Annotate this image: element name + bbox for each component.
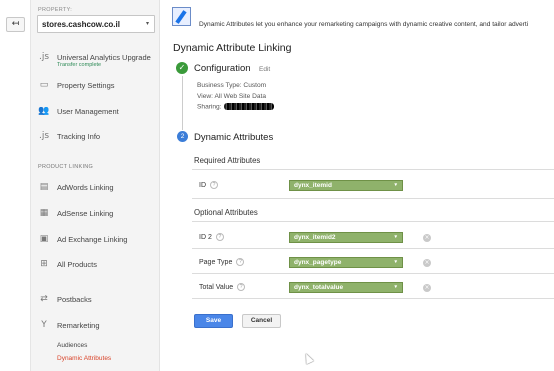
help-icon[interactable]: ? xyxy=(215,233,224,241)
help-icon[interactable]: ? xyxy=(237,283,246,291)
sidebar-item-label: AdWords Linking xyxy=(57,183,114,192)
js-icon: .js xyxy=(38,52,50,62)
adwords-icon: ▤ xyxy=(39,182,49,192)
sidebar-item-user-management[interactable]: 👥 User Management xyxy=(36,104,154,120)
divider xyxy=(192,221,554,222)
product-linking-heading: PRODUCT LINKING xyxy=(38,164,94,170)
sidebar-item-label: Property Settings xyxy=(57,81,115,90)
sharing-row: Sharing: xyxy=(197,103,274,110)
cancel-button[interactable]: Cancel xyxy=(242,314,281,328)
check-icon: ✓ xyxy=(176,62,188,74)
admin-sidebar: PROPERTY: stores.cashcow.co.il ▾ .js Uni… xyxy=(31,0,160,371)
step-connector xyxy=(182,76,183,130)
edit-configuration-link[interactable]: Edit xyxy=(259,66,270,73)
attr-select-total-value[interactable]: dynx_totalvalue ▾ xyxy=(289,282,403,293)
attr-select-value: dynx_totalvalue xyxy=(294,284,344,291)
divider xyxy=(192,198,554,199)
chevron-down-icon: ▾ xyxy=(394,234,397,240)
remove-attribute-icon[interactable]: × xyxy=(423,234,431,242)
back-arrow-icon: ↤ xyxy=(11,19,20,29)
adexchange-icon: ▣ xyxy=(39,234,49,244)
save-button[interactable]: Save xyxy=(194,314,233,328)
chevron-down-icon: ▾ xyxy=(394,284,397,290)
business-type-text: Business Type: Custom xyxy=(197,82,267,89)
dynamic-attributes-pencil-icon xyxy=(172,7,191,26)
sidebar-item-ad-exchange-linking[interactable]: ▣ Ad Exchange Linking xyxy=(36,232,154,248)
attr-select-value: dynx_pagetype xyxy=(294,259,342,266)
sidebar-item-label: User Management xyxy=(57,107,119,116)
sidebar-item-adwords-linking[interactable]: ▤ AdWords Linking xyxy=(36,180,154,196)
redacted-scribble xyxy=(223,103,274,110)
left-strip: ↤ xyxy=(0,0,31,371)
products-icon: ⊞ xyxy=(40,259,48,269)
property-select[interactable]: stores.cashcow.co.il ▾ xyxy=(37,15,155,33)
info-banner-text: Dynamic Attributes let you enhance your … xyxy=(199,21,529,28)
help-icon[interactable]: ? xyxy=(236,258,245,266)
sidebar-item-property-settings[interactable]: ▭ Property Settings xyxy=(36,78,154,94)
sidebar-item-all-products[interactable]: ⊞ All Products xyxy=(36,257,154,273)
adsense-icon: ▦ xyxy=(39,208,49,218)
attr-label-text: ID 2 xyxy=(199,233,212,241)
remove-attribute-icon[interactable]: × xyxy=(423,284,431,292)
chevron-down-icon: ▾ xyxy=(145,21,149,27)
remove-attribute-icon[interactable]: × xyxy=(423,259,431,267)
postbacks-icon: ⇄ xyxy=(40,294,48,304)
divider xyxy=(192,273,554,274)
sidebar-item-label: Ad Exchange Linking xyxy=(57,235,128,244)
sidebar-item-label: AdSense Linking xyxy=(57,209,114,218)
js-icon: .js xyxy=(38,131,50,141)
users-icon: 👥 xyxy=(38,106,50,116)
sidebar-item-label: Postbacks xyxy=(57,295,92,304)
attr-select-page-type[interactable]: dynx_pagetype ▾ xyxy=(289,257,403,268)
settings-icon: ▭ xyxy=(39,80,49,90)
property-label: PROPERTY: xyxy=(38,7,73,13)
chevron-down-icon: ▾ xyxy=(394,182,397,188)
attr-label-text: ID xyxy=(199,181,206,189)
divider xyxy=(192,298,554,299)
remarketing-icon: Y xyxy=(41,320,47,330)
chevron-down-icon: ▾ xyxy=(394,259,397,265)
dynamic-attributes-heading: Dynamic Attributes xyxy=(194,132,274,143)
attr-label-page-type: Page Type? xyxy=(199,258,245,266)
sidebar-item-remarketing[interactable]: Y Remarketing xyxy=(36,318,154,334)
attr-label-text: Page Type xyxy=(199,258,233,266)
main-content: Dynamic Attributes let you enhance your … xyxy=(161,0,554,371)
attr-select-value: dynx_itemid2 xyxy=(294,234,336,241)
configuration-heading: Configuration xyxy=(194,63,251,74)
sidebar-subitem-dynamic-attributes[interactable]: Dynamic Attributes xyxy=(57,355,111,362)
sidebar-subitem-audiences[interactable]: Audiences xyxy=(57,342,87,349)
mouse-cursor-icon xyxy=(302,351,314,365)
transfer-status: Transfer complete xyxy=(57,62,102,68)
view-text: View: All Web Site Data xyxy=(197,93,267,100)
sidebar-item-label: Universal Analytics Upgrade xyxy=(57,53,151,62)
attr-label-text: Total Value xyxy=(199,283,234,291)
divider xyxy=(192,169,554,170)
help-icon[interactable]: ? xyxy=(210,181,218,189)
sharing-label: Sharing: xyxy=(197,103,222,111)
property-select-value: stores.cashcow.co.il xyxy=(42,20,120,29)
back-button[interactable]: ↤ xyxy=(6,17,25,32)
optional-attributes-heading: Optional Attributes xyxy=(194,208,258,217)
attr-label-total-value: Total Value? xyxy=(199,283,246,291)
attr-label-id: ID? xyxy=(199,181,218,189)
attr-select-id[interactable]: dynx_itemid ▾ xyxy=(289,180,403,191)
sidebar-item-label: Remarketing xyxy=(57,321,100,330)
required-attributes-heading: Required Attributes xyxy=(194,156,261,165)
sidebar-item-universal-analytics-upgrade[interactable]: .js Universal Analytics Upgrade Transfer… xyxy=(36,50,154,68)
sidebar-item-adsense-linking[interactable]: ▦ AdSense Linking xyxy=(36,206,154,222)
page-title: Dynamic Attribute Linking xyxy=(173,42,292,54)
attr-select-id2[interactable]: dynx_itemid2 ▾ xyxy=(289,232,403,243)
sidebar-item-postbacks[interactable]: ⇄ Postbacks xyxy=(36,292,154,308)
step-number-badge: 2 xyxy=(177,131,188,142)
attr-label-id2: ID 2? xyxy=(199,233,224,241)
sidebar-item-tracking-info[interactable]: .js Tracking Info xyxy=(36,129,154,145)
sidebar-item-label: All Products xyxy=(57,260,98,269)
sidebar-item-label: Tracking Info xyxy=(57,132,101,141)
attr-select-value: dynx_itemid xyxy=(294,182,332,189)
divider xyxy=(192,248,554,249)
